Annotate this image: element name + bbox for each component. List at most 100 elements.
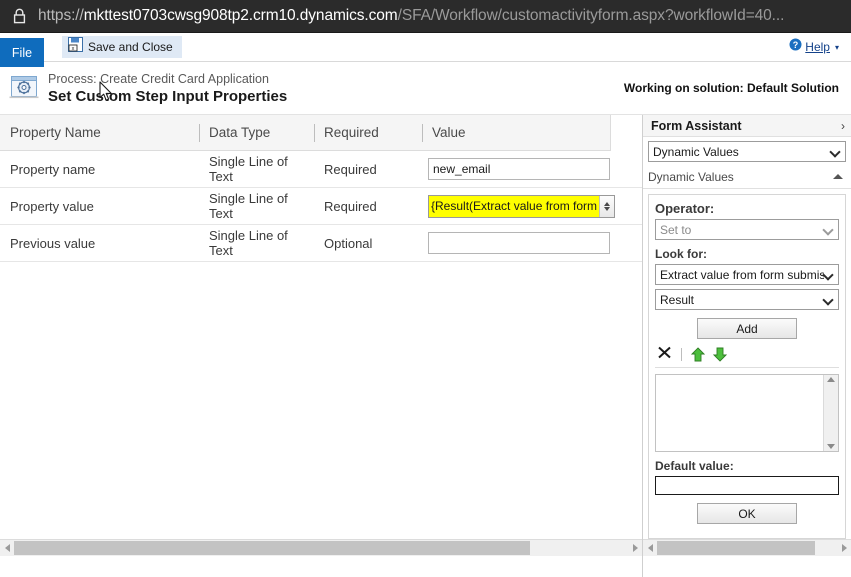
scroll-left-icon[interactable] xyxy=(643,540,657,557)
table-row: Property name Single Line of Text Requir… xyxy=(0,151,642,188)
value-spinner[interactable] xyxy=(599,195,615,217)
cell-value xyxy=(422,151,610,187)
browser-url-bar[interactable]: https://mkttest0703cwsg908tp2.crm10.dyna… xyxy=(0,0,851,33)
properties-horizontal-scrollbar[interactable] xyxy=(0,539,642,556)
spinner-up-icon[interactable] xyxy=(604,201,611,206)
cell-data-type: Single Line of Text xyxy=(209,228,288,258)
file-tab[interactable]: File xyxy=(0,38,44,67)
title-text-group: Process: Create Credit Card Application … xyxy=(48,71,287,106)
cell-data-type: Single Line of Text xyxy=(209,191,288,221)
look-for-select-value: Extract value from form submission xyxy=(660,267,824,282)
save-and-close-label: Save and Close xyxy=(88,40,173,54)
cell-required: Optional xyxy=(324,235,373,251)
form-assistant-title: Form Assistant xyxy=(651,118,742,133)
solution-note: Working on solution: Default Solution xyxy=(623,81,839,95)
form-assistant-pane: Form Assistant › Dynamic Values Dynamic … xyxy=(643,115,851,577)
arrow-down-green-icon[interactable] xyxy=(712,347,728,362)
scroll-track[interactable] xyxy=(657,540,837,557)
table-row: Property value Single Line of Text Requi… xyxy=(0,188,642,225)
help-question-icon: ? xyxy=(789,38,802,56)
table-row: Previous value Single Line of Text Optio… xyxy=(0,225,642,262)
help-label: Help xyxy=(805,40,830,54)
grid-empty-area xyxy=(0,262,642,539)
properties-pane: Property Name Data Type Required Value P… xyxy=(0,114,643,577)
cell-data-type: Single Line of Text xyxy=(209,154,288,184)
lock-icon xyxy=(10,6,28,26)
url-host: mkttest0703cwsg908tp2.crm10.dynamics.com xyxy=(83,7,398,24)
right-pane-footer xyxy=(643,556,851,577)
scroll-left-icon[interactable] xyxy=(0,540,14,557)
delete-x-icon[interactable] xyxy=(657,345,672,365)
scroll-track[interactable] xyxy=(14,540,628,557)
dynamic-values-list[interactable] xyxy=(655,374,839,452)
dynamic-values-toolbar xyxy=(655,346,839,368)
save-and-close-button[interactable]: x Save and Close xyxy=(62,36,182,58)
svg-text:x: x xyxy=(72,46,75,52)
column-header-data-type[interactable]: Data Type xyxy=(199,115,314,151)
page-title: Set Custom Step Input Properties xyxy=(48,87,288,105)
chevron-up-icon[interactable] xyxy=(833,174,843,179)
default-value-input[interactable] xyxy=(655,476,839,495)
operator-select[interactable]: Set to xyxy=(655,219,839,240)
spinner-down-icon[interactable] xyxy=(604,206,611,211)
previous-value-input[interactable] xyxy=(428,232,610,254)
ribbon-spacer xyxy=(44,33,58,61)
operator-select-value: Set to xyxy=(660,222,692,237)
arrow-up-green-icon[interactable] xyxy=(690,347,706,362)
chevron-down-icon xyxy=(824,295,834,305)
property-value-text: {Result(Extract value from form xyxy=(429,195,600,217)
scroll-down-icon[interactable] xyxy=(827,444,835,449)
dynamic-values-list-area[interactable] xyxy=(656,375,823,451)
chevron-down-icon: ▾ xyxy=(834,42,839,52)
ok-button[interactable]: OK xyxy=(697,503,797,524)
dynamic-values-select[interactable]: Dynamic Values xyxy=(648,141,846,162)
property-value-combo[interactable]: {Result(Extract value from form xyxy=(428,194,616,218)
look-for-field-select[interactable]: Result xyxy=(655,289,839,310)
url-scheme: https:// xyxy=(38,7,84,24)
chevron-down-icon xyxy=(824,225,834,235)
operator-label: Operator: xyxy=(655,201,715,216)
left-pane-footer xyxy=(0,556,642,577)
dynamic-values-section-bar[interactable]: Dynamic Values xyxy=(643,165,851,189)
scroll-thumb[interactable] xyxy=(14,540,530,555)
chevron-down-icon xyxy=(824,270,834,280)
scroll-thumb[interactable] xyxy=(657,540,816,555)
form-assistant-horizontal-scrollbar[interactable] xyxy=(643,539,851,556)
form-assistant-header: Form Assistant › xyxy=(643,115,851,137)
process-name: Process: Create Credit Card Application xyxy=(48,71,269,86)
cell-property-name: Property value xyxy=(10,198,94,214)
cell-value xyxy=(422,225,610,261)
default-value-label: Default value: xyxy=(655,459,734,473)
cell-property-name: Property name xyxy=(10,161,96,177)
form-assistant-source-wrap: Dynamic Values xyxy=(643,137,851,165)
look-for-label: Look for: xyxy=(655,247,707,261)
scroll-right-icon[interactable] xyxy=(837,540,851,557)
scroll-right-icon[interactable] xyxy=(628,540,642,557)
toolbar-divider xyxy=(681,348,682,361)
property-name-value-input[interactable] xyxy=(428,158,610,180)
look-for-field-value: Result xyxy=(660,292,695,307)
cell-required: Required xyxy=(324,161,377,177)
column-header-property-name[interactable]: Property Name xyxy=(0,115,199,151)
column-header-tail xyxy=(610,114,642,151)
dynamic-values-panel: Operator: Set to Look for: Extract value… xyxy=(648,194,846,539)
cell-value: {Result(Extract value from form xyxy=(422,188,616,224)
page-title-band: Process: Create Credit Card Application … xyxy=(0,62,851,115)
look-for-select[interactable]: Extract value from form submission xyxy=(655,264,839,285)
add-button[interactable]: Add xyxy=(697,318,797,339)
column-header-value[interactable]: Value xyxy=(422,115,610,151)
dynamic-values-select-label: Dynamic Values xyxy=(653,144,739,159)
help-menu[interactable]: ? Help ▾ xyxy=(789,38,851,56)
grid-header-row: Property Name Data Type Required Value xyxy=(0,114,642,151)
save-and-close-icon: x xyxy=(68,37,83,57)
chevron-right-icon[interactable]: › xyxy=(841,120,845,132)
cell-property-name: Previous value xyxy=(10,235,96,251)
scroll-up-icon[interactable] xyxy=(827,377,835,382)
dynamic-values-list-scrollbar[interactable] xyxy=(823,375,838,451)
svg-text:?: ? xyxy=(793,40,799,50)
column-header-required[interactable]: Required xyxy=(314,115,422,151)
panel-spacer xyxy=(655,524,839,530)
body-split: Property Name Data Type Required Value P… xyxy=(0,114,851,577)
dynamic-values-section-label: Dynamic Values xyxy=(648,169,734,184)
url-text: https://mkttest0703cwsg908tp2.crm10.dyna… xyxy=(38,7,784,25)
